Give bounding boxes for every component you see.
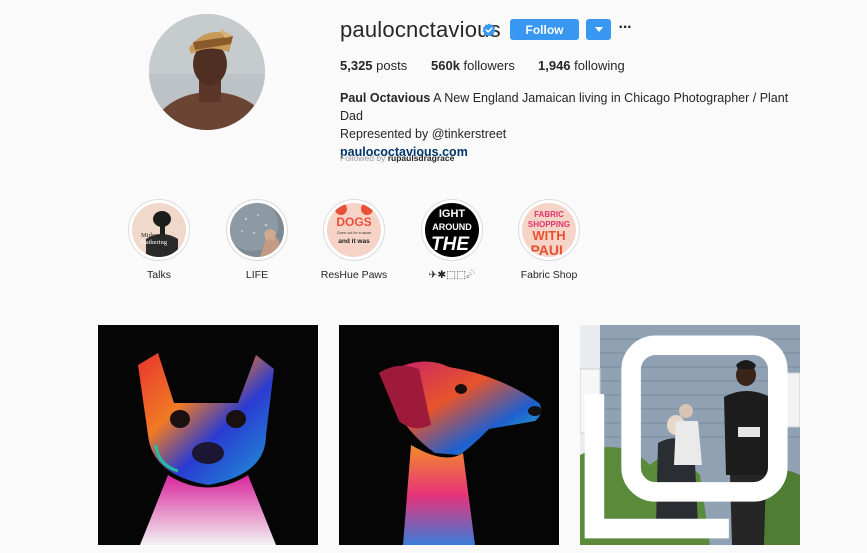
suggested-dropdown-button[interactable] [586, 19, 611, 40]
followers-label: followers [459, 58, 515, 73]
highlight-talks-cover-line1: Midwest [141, 232, 164, 239]
highlight-ring: DOGS Come out for a cause and it was [323, 199, 385, 261]
highlight-talks-cover: Midwest Gathering [132, 203, 186, 257]
highlight-reshue-cover-line3: and it was [338, 238, 370, 245]
followers-count: 560k [431, 58, 460, 73]
highlight-label: Talks [147, 269, 171, 281]
profile-bio: Paul Octavious A New England Jamaican li… [340, 89, 810, 161]
highlight-label: LIFE [245, 269, 269, 281]
profile-avatar[interactable] [149, 14, 265, 130]
highlight-cover: FABRIC SHOPPING WITH PAUL [522, 203, 576, 257]
highlight-label: ResHue Paws [320, 269, 388, 281]
highlight-ring [226, 199, 288, 261]
highlight-reshue-cover-line1: DOGS [336, 215, 371, 229]
highlight-travel-cover: IGHT AROUND THE [425, 203, 479, 257]
bio-line-1: Paul Octavious A New England Jamaican li… [340, 89, 810, 125]
followed-by-user[interactable]: rupaulsdragrace [388, 153, 455, 163]
highlight-fabric-cover-line3: WITH [532, 228, 565, 243]
follow-button[interactable]: Follow [510, 19, 579, 40]
posts-stat: 5,325 posts [340, 58, 407, 73]
highlight-ring: FABRIC SHOPPING WITH PAUL [518, 199, 580, 261]
highlight-reshue-cover-line2: Come out for a cause [337, 231, 371, 235]
posts-count: 5,325 [340, 58, 373, 73]
following-stat[interactable]: 1,946 following [538, 58, 625, 73]
highlight-cover: IGHT AROUND THE [425, 203, 479, 257]
highlight-travel-cover-line2: AROUND [432, 222, 472, 232]
highlight-ring: Midwest Gathering [128, 199, 190, 261]
post-image [339, 325, 559, 545]
following-label: following [570, 58, 625, 73]
highlight-travel-cover-line3: THE [431, 234, 470, 255]
post-dog-profile[interactable] [339, 325, 559, 545]
highlight-life[interactable]: LIFE [212, 199, 302, 281]
highlight-talks-cover-line2: Gathering [141, 239, 168, 246]
highlight-fabric-cover-line4: PAUL [530, 242, 568, 257]
following-count: 1,946 [538, 58, 571, 73]
posts-label: posts [372, 58, 408, 73]
highlight-life-cover [230, 203, 284, 257]
profile-full-name: Paul Octavious [340, 91, 431, 105]
post-drone-family[interactable] [580, 325, 800, 545]
followers-stat[interactable]: 560k followers [431, 58, 515, 73]
bio-mention[interactable]: @tinkerstreet [432, 127, 507, 141]
followed-by-prefix: Followed by [340, 153, 388, 163]
post-image [98, 325, 318, 545]
highlight-fabric-cover: FABRIC SHOPPING WITH PAUL [522, 203, 576, 257]
verified-badge-icon [482, 23, 496, 37]
highlight-travel[interactable]: IGHT AROUND THE ✈✱⬚⬚☄ [407, 199, 497, 281]
bio-line-2: Represented by @tinkerstreet [340, 125, 810, 143]
highlight-travel-cover-line1: IGHT [439, 208, 466, 220]
highlight-talks[interactable]: Midwest Gathering Talks [114, 199, 204, 281]
highlight-ring: IGHT AROUND THE [421, 199, 483, 261]
more-options-button[interactable]: ··· [617, 18, 633, 38]
caret-down-icon [594, 27, 603, 32]
followed-by: Followed by rupaulsdragrace [340, 153, 454, 163]
highlight-cover: Midwest Gathering [132, 203, 186, 257]
bio-represented-prefix: Represented by [340, 127, 432, 141]
highlight-cover: DOGS Come out for a cause and it was [327, 203, 381, 257]
highlight-reshue-cover: DOGS Come out for a cause and it was [327, 203, 381, 257]
profile-page: paulocnctavious Follow ··· 5,325 posts 5… [0, 0, 867, 553]
profile-username: paulocnctavious [340, 17, 501, 42]
post-french-bulldog[interactable] [98, 325, 318, 545]
multiple-photos-icon [584, 335, 788, 539]
avatar-image [149, 14, 265, 130]
highlight-fabric-cover-line1: FABRIC [534, 210, 564, 219]
highlight-cover [230, 203, 284, 257]
highlight-fabric-shop[interactable]: FABRIC SHOPPING WITH PAUL Fabric Shop [504, 199, 594, 281]
highlight-label: ✈✱⬚⬚☄ [428, 269, 476, 281]
highlight-reshue-paws[interactable]: DOGS Come out for a cause and it was Res… [309, 199, 399, 281]
highlight-label: Fabric Shop [520, 269, 578, 281]
